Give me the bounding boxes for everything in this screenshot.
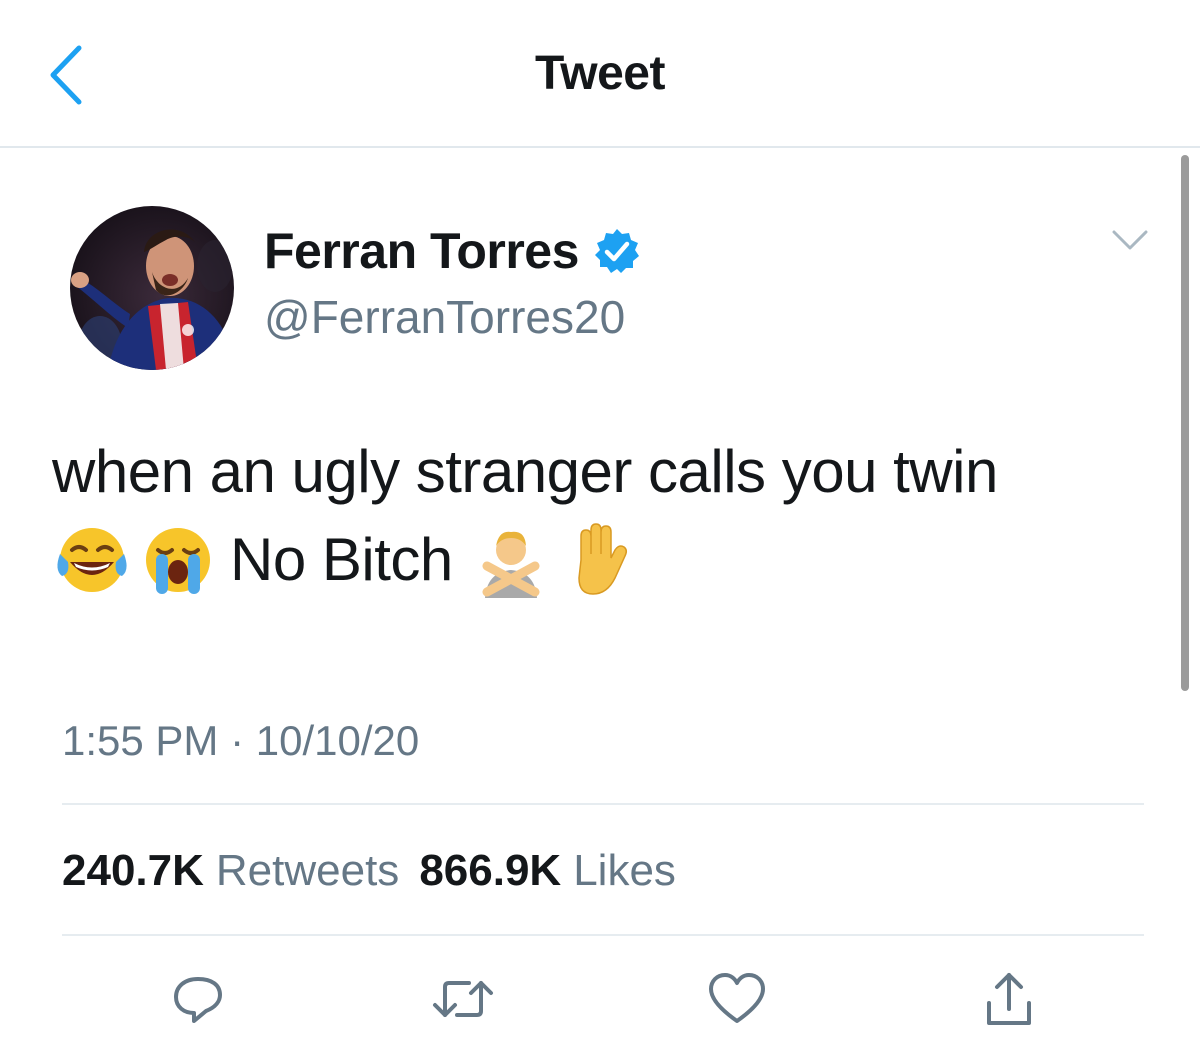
- chevron-down-icon: [1112, 230, 1148, 250]
- tweet-text-line1: when an ugly stranger calls you twin: [52, 438, 998, 505]
- likes-stat[interactable]: 866.9K Likes: [419, 846, 696, 896]
- loudly-crying-face-icon: [138, 520, 218, 600]
- divider-top: [62, 803, 1144, 805]
- retweets-stat[interactable]: 240.7K Retweets: [62, 846, 419, 896]
- share-button[interactable]: [974, 964, 1044, 1034]
- author-name-row[interactable]: Ferran Torres: [264, 222, 641, 280]
- likes-label: Likes: [573, 846, 676, 895]
- tweet-timestamp: 1:55 PM · 10/10/20: [62, 717, 420, 764]
- retweet-icon: [433, 981, 493, 1017]
- retweets-label: Retweets: [215, 846, 400, 895]
- author-display-name[interactable]: Ferran Torres: [264, 222, 579, 280]
- scrollbar[interactable]: [1181, 155, 1189, 691]
- tweet-text: when an ugly stranger calls you twin No …: [52, 428, 1152, 604]
- likes-count: 866.9K: [419, 846, 562, 895]
- retweets-count: 240.7K: [62, 846, 204, 895]
- top-bar: Tweet: [0, 0, 1200, 148]
- raised-hand-icon: [557, 520, 637, 600]
- divider-bottom: [62, 934, 1144, 936]
- tweet-stats: 240.7K Retweets 866.9K Likes: [62, 846, 696, 896]
- avatar[interactable]: [70, 206, 234, 370]
- tweet-menu-button[interactable]: [1108, 222, 1152, 258]
- verified-badge-icon: [593, 227, 641, 275]
- tweet-text-line2: No Bitch: [230, 526, 453, 593]
- reply-button[interactable]: [163, 964, 233, 1034]
- reply-icon: [174, 977, 222, 1023]
- retweet-button[interactable]: [428, 964, 498, 1034]
- author-handle[interactable]: @FerranTorres20: [264, 290, 625, 344]
- person-gesturing-no-icon: [471, 520, 551, 600]
- face-with-tears-of-joy-icon: [52, 520, 132, 600]
- like-icon: [709, 973, 765, 1023]
- page-title: Tweet: [535, 47, 665, 100]
- share-icon: [987, 973, 1031, 1025]
- tweet-actions: [0, 964, 1200, 1034]
- like-button[interactable]: [702, 964, 772, 1034]
